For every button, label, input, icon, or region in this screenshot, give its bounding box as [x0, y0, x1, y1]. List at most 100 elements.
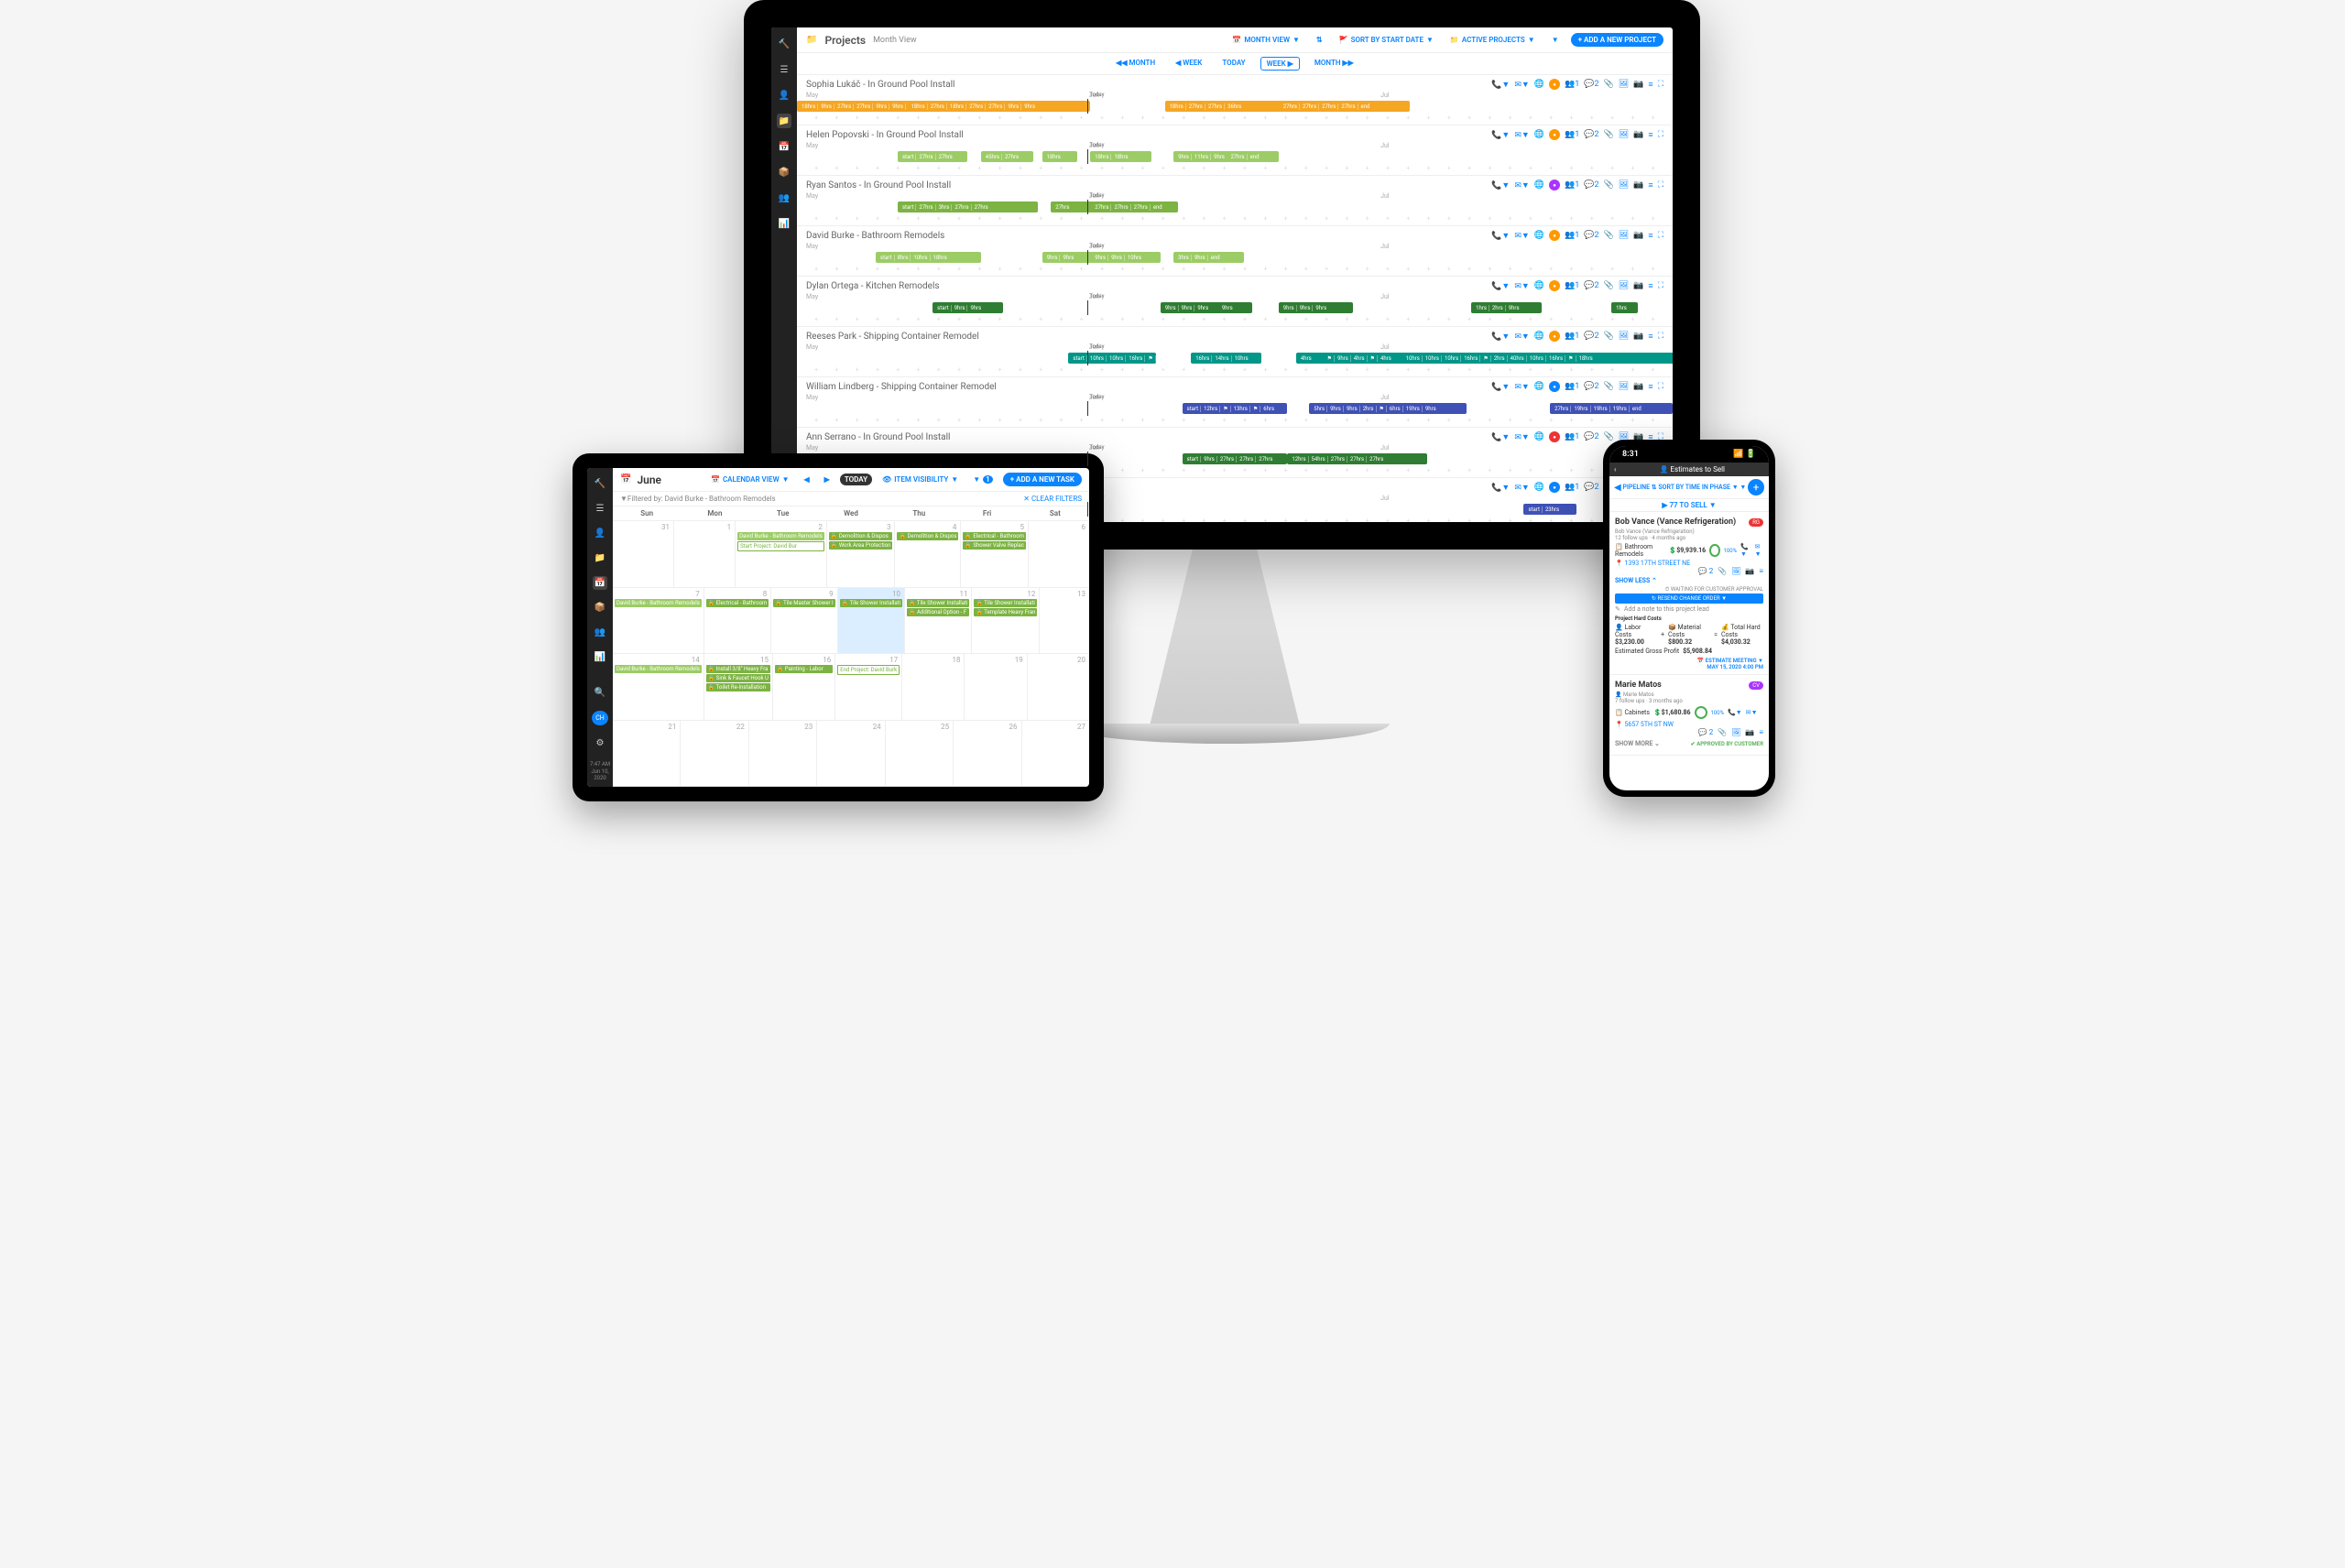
calendar-event[interactable]: 🔒 Install 3/8" Heavy Fra — [706, 665, 770, 673]
team-icon[interactable]: 👥 — [593, 626, 607, 639]
schedule-bar[interactable]: start27hrs27hrs — [898, 151, 967, 162]
filter-count[interactable]: ▼ 1 — [968, 474, 998, 485]
current-user-avatar[interactable]: CH — [592, 711, 608, 726]
month-fwd-button[interactable]: MONTH ▶▶ — [1309, 57, 1359, 71]
sort-dropdown[interactable]: 🚩 SORT BY START DATE ▼ — [1335, 34, 1438, 46]
box-icon[interactable]: 📦 — [777, 165, 791, 180]
calendar-day[interactable]: 5🔒 Electrical - Bathroom🔒 Shower Valve R… — [961, 521, 1029, 587]
project-name[interactable]: Ryan Santos - In Ground Pool Install — [806, 180, 951, 191]
calendar-event[interactable]: 🔒 Sink & Faucet Hook U — [706, 674, 770, 682]
schedule-bar[interactable]: 12hrs54hrs27hrs27hrs27hrs — [1287, 453, 1427, 464]
calendar-day[interactable]: 10🔒 Tile Shower Installati — [838, 588, 905, 654]
schedule-bar[interactable]: 27hrs27hrs27hrsend — [1090, 201, 1178, 212]
add-day-row[interactable]: ++++++++++++++++++++++++++++++++++++++++… — [797, 164, 1673, 173]
pipeline-link[interactable]: PIPELINE — [1622, 484, 1650, 491]
calendar-event[interactable]: 🔒 Tile Shower Installati — [974, 599, 1037, 607]
calendar-event[interactable]: 🔒 Demolition & Dispos — [897, 532, 958, 540]
project-name[interactable]: Dylan Ortega - Kitchen Remodels — [806, 281, 940, 291]
calendar-day[interactable]: 20 — [1028, 654, 1089, 720]
add-day-row[interactable]: ++++++++++++++++++++++++++++++++++++++++… — [797, 315, 1673, 324]
add-day-row[interactable]: ++++++++++++++++++++++++++++++++++++++++… — [797, 265, 1673, 274]
email-icon[interactable]: ✉▼ — [1755, 543, 1763, 558]
filter-dropdown[interactable]: 📁 ACTIVE PROJECTS ▼ — [1445, 34, 1540, 46]
project-actions[interactable]: 📞▼✉▼🌐●👥1💬2📎🖼📷≡⛶ — [1491, 280, 1663, 291]
visibility-dropdown[interactable]: 👁 ITEM VISIBILITY ▼ — [878, 474, 963, 485]
calendar-day[interactable]: 3🔒 Demolition & Dispos🔒 Work Area Protec… — [827, 521, 896, 587]
calendar-day[interactable]: 13 — [1040, 588, 1089, 654]
project-name[interactable]: William Lindberg - Shipping Container Re… — [806, 382, 997, 392]
calendar-day[interactable]: 7David Burke - Bathroom Remodels — [613, 588, 704, 654]
project-actions[interactable]: 📞▼✉▼🌐●👥1💬2📎🖼📷≡⛶ — [1491, 79, 1663, 90]
schedule-bar[interactable]: start9hrs9hrs — [933, 302, 1002, 313]
address-link[interactable]: 📍 1393 17TH STREET NE — [1615, 560, 1763, 567]
event-span[interactable]: David Burke - Bathroom Remodels — [737, 532, 824, 540]
chart-icon[interactable]: 📊 — [777, 216, 791, 231]
lead-card[interactable]: Marie MatosCV 👤 Marie Matos 7 follow ups… — [1609, 675, 1769, 756]
event-span[interactable]: David Burke - Bathroom Remodels — [615, 599, 702, 607]
filter-icon[interactable]: ▼ — [1547, 34, 1564, 46]
calendar-event[interactable]: 🔒 Template Heavy Fran — [974, 608, 1037, 616]
project-actions[interactable]: 📞▼✉▼🌐●👥1💬2📎🖼📷≡⛶ — [1491, 381, 1663, 392]
week-fwd-button[interactable]: WEEK ▶ — [1260, 57, 1300, 71]
calendar-day[interactable]: 24 — [817, 721, 885, 787]
prev-button[interactable]: ◀ — [800, 474, 814, 485]
schedule-bar[interactable]: start8hrs10hrs18hrs — [876, 252, 981, 263]
calendar-event[interactable]: 🔒 Work Area Protection — [829, 541, 893, 550]
user-icon[interactable]: 👤 — [777, 88, 791, 103]
schedule-bar[interactable]: 3hrs9hrsend — [1173, 252, 1243, 263]
chart-icon[interactable]: 📊 — [593, 650, 607, 664]
calendar-day[interactable]: 23 — [749, 721, 817, 787]
calendar-event[interactable]: 🔒 Shower Valve Replac — [963, 541, 1026, 550]
schedule-bar[interactable]: 18hrs — [1042, 151, 1077, 162]
add-day-row[interactable]: ++++++++++++++++++++++++++++++++++++++++… — [797, 114, 1673, 123]
project-actions[interactable]: 📞▼✉▼🌐●👥1💬2📎🖼📷≡⛶ — [1491, 180, 1663, 191]
email-icon[interactable]: ✉▼ — [1746, 709, 1758, 716]
schedule-bar[interactable]: 27hrs19hrs19hrs19hrsend — [1550, 403, 1673, 414]
add-day-row[interactable]: ++++++++++++++++++++++++++++++++++++++++… — [797, 365, 1673, 375]
today-button[interactable]: TODAY — [1216, 57, 1250, 71]
project-name[interactable]: Sophia Lukáč - In Ground Pool Install — [806, 80, 955, 90]
calendar-day[interactable]: 2David Burke - Bathroom RemodelsStart Pr… — [736, 521, 827, 587]
schedule-bar[interactable]: 1hrs — [1611, 302, 1638, 313]
schedule-bar[interactable]: 5hrs9hrs9hrs2hrs⚑6hrs19hrs9hrs — [1309, 403, 1467, 414]
schedule-bar[interactable]: ⚑9hrs4hrs⚑4hrs — [1323, 353, 1411, 364]
checklist-icon[interactable]: ☰ — [777, 62, 791, 77]
calendar-day[interactable]: 1 — [674, 521, 736, 587]
team-icon[interactable]: 👥 — [777, 191, 791, 205]
calendar-event[interactable]: End Project: David Burk — [837, 665, 900, 675]
address-link[interactable]: 📍 5657 5TH ST NW — [1615, 721, 1763, 728]
settings-icon[interactable]: ⚙ — [593, 736, 607, 750]
call-icon[interactable]: 📞▼ — [1728, 709, 1742, 716]
projects-icon[interactable]: 📁 — [777, 114, 791, 128]
schedule-bar[interactable]: 9hrs9hrs10hrs — [1090, 252, 1160, 263]
calendar-day[interactable]: 15🔒 Install 3/8" Heavy Fra🔒 Sink & Fauce… — [704, 654, 773, 720]
schedule-bar[interactable]: start10hrs10hrs16hrs⚑14hrs — [1068, 353, 1156, 364]
schedule-bar[interactable]: 9hrs9hrs9hrs — [1279, 302, 1353, 313]
calendar-day[interactable]: 16🔒 Painting - Labor — [773, 654, 835, 720]
add-project-button[interactable]: + ADD A NEW PROJECT — [1571, 33, 1663, 47]
calendar-day[interactable]: 31 — [613, 521, 674, 587]
back-icon[interactable]: ‹ — [1614, 465, 1616, 474]
projects-icon[interactable]: 📁 — [593, 551, 607, 565]
calendar-event[interactable]: 🔒 Painting - Labor — [775, 665, 833, 673]
calendar-day[interactable]: 8🔒 Electrical - Bathroom — [704, 588, 771, 654]
calendar-event[interactable]: 🔒 Tile Master Shower I — [773, 599, 834, 607]
schedule-bar[interactable]: start23hrs — [1523, 504, 1576, 515]
resend-button[interactable]: ↻ RESEND CHANGE ORDER ▼ — [1615, 593, 1763, 604]
schedule-bar[interactable]: 9hrs — [1217, 302, 1252, 313]
project-actions[interactable]: 📞▼✉▼🌐●👥1💬2📎🖼📷≡⛶ — [1491, 129, 1663, 140]
project-name[interactable]: David Burke - Bathroom Remodels — [806, 231, 944, 241]
view-dropdown[interactable]: 📅 MONTH VIEW ▼ — [1227, 34, 1304, 46]
today-button[interactable]: TODAY — [840, 474, 872, 485]
project-name[interactable]: Ann Serrano - In Ground Pool Install — [806, 432, 951, 442]
event-span[interactable]: David Burke - Bathroom Remodels — [615, 665, 702, 673]
sort-dropdown[interactable]: ⇅ SORT BY TIME IN PHASE ▼ — [1652, 484, 1739, 491]
show-more-button[interactable]: SHOW MORE ⌄ — [1615, 738, 1660, 749]
calendar-day[interactable]: 11🔒 Tile Shower Installati🔒 Additional O… — [905, 588, 972, 654]
project-name[interactable]: Helen Popovski - In Ground Pool Install — [806, 130, 964, 140]
user-icon[interactable]: 👤 — [593, 527, 607, 540]
add-day-row[interactable]: ++++++++++++++++++++++++++++++++++++++++… — [797, 214, 1673, 223]
meeting-link[interactable]: 📅 ESTIMATE MEETING ▼MAY 15, 2020 4:00 PM — [1615, 658, 1763, 670]
month-back-button[interactable]: ◀◀ MONTH — [1110, 57, 1161, 71]
project-actions[interactable]: 📞▼✉▼🌐●👥1💬2📎🖼📷≡⛶ — [1491, 331, 1663, 342]
